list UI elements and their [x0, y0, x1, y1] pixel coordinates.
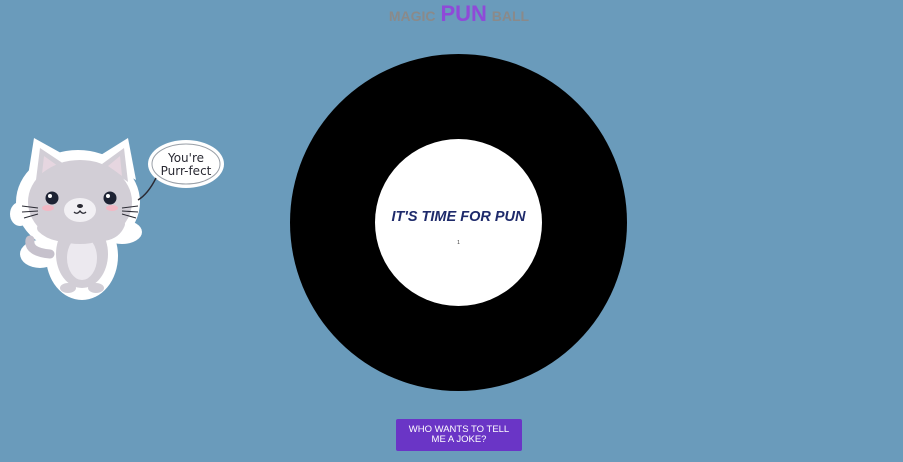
app-title: MAGIC PUN BALL — [0, 1, 903, 27]
speech-line-2: Purr-fect — [161, 164, 212, 178]
title-ball: BALL — [491, 8, 530, 24]
answer-text: IT'S TIME FOR PUN — [391, 209, 526, 225]
answer-counter: 1 — [457, 240, 460, 246]
title-pun: PUN — [440, 1, 487, 26]
cat-sticker-icon: You're Purr-fect — [10, 138, 224, 300]
answer-window: IT'S TIME FOR PUN 1 — [375, 139, 542, 306]
speech-line-1: You're — [167, 151, 204, 165]
ask-joke-button[interactable]: WHO WANTS TO TELL ME A JOKE? — [396, 419, 522, 451]
title-magic: MAGIC — [388, 8, 436, 24]
page: MAGIC PUN BALL You're Purr-fect IT'S TIM… — [0, 0, 903, 462]
